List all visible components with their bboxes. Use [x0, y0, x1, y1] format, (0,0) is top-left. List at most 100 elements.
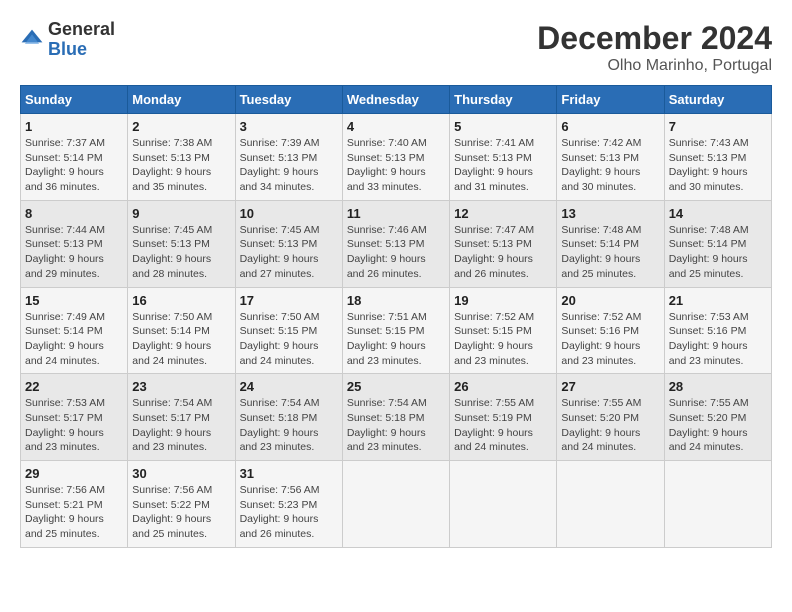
- col-header-friday: Friday: [557, 86, 664, 114]
- table-row: 31Sunrise: 7:56 AMSunset: 5:23 PMDayligh…: [235, 461, 342, 548]
- table-row: 30Sunrise: 7:56 AMSunset: 5:22 PMDayligh…: [128, 461, 235, 548]
- calendar-header-row: SundayMondayTuesdayWednesdayThursdayFrid…: [21, 86, 772, 114]
- week-row-1: 8Sunrise: 7:44 AMSunset: 5:13 PMDaylight…: [21, 200, 772, 287]
- day-info: Sunrise: 7:56 AMSunset: 5:23 PMDaylight:…: [240, 484, 320, 540]
- table-row: 10Sunrise: 7:45 AMSunset: 5:13 PMDayligh…: [235, 200, 342, 287]
- day-number: 21: [669, 293, 767, 308]
- table-row: [342, 461, 449, 548]
- table-row: 29 Sunrise: 7:56 AMSunset: 5:21 PMDayligh…: [21, 461, 128, 548]
- day-info: Sunrise: 7:54 AMSunset: 5:18 PMDaylight:…: [240, 397, 320, 453]
- calendar-table: SundayMondayTuesdayWednesdayThursdayFrid…: [20, 85, 772, 548]
- day-info: Sunrise: 7:48 AMSunset: 5:14 PMDaylight:…: [669, 224, 749, 280]
- table-row: 8Sunrise: 7:44 AMSunset: 5:13 PMDaylight…: [21, 200, 128, 287]
- day-info: Sunrise: 7:49 AMSunset: 5:14 PMDaylight:…: [25, 311, 105, 367]
- day-number: 25: [347, 379, 445, 394]
- day-info: Sunrise: 7:52 AMSunset: 5:15 PMDaylight:…: [454, 311, 534, 367]
- day-info: Sunrise: 7:42 AMSunset: 5:13 PMDaylight:…: [561, 137, 641, 193]
- day-number: 10: [240, 206, 338, 221]
- calendar-title: December 2024: [537, 20, 772, 57]
- day-info: Sunrise: 7:56 AMSunset: 5:21 PMDaylight:…: [25, 484, 105, 540]
- day-info: Sunrise: 7:46 AMSunset: 5:13 PMDaylight:…: [347, 224, 427, 280]
- day-info: Sunrise: 7:47 AMSunset: 5:13 PMDaylight:…: [454, 224, 534, 280]
- day-number: 23: [132, 379, 230, 394]
- table-row: 23 Sunrise: 7:54 AMSunset: 5:17 PMDayligh…: [128, 374, 235, 461]
- table-row: 21 Sunrise: 7:53 AMSunset: 5:16 PMDayligh…: [664, 287, 771, 374]
- table-row: 12 Sunrise: 7:47 AMSunset: 5:13 PMDayligh…: [450, 200, 557, 287]
- day-number: 17: [240, 293, 338, 308]
- day-number: 27: [561, 379, 659, 394]
- table-row: 22Sunrise: 7:53 AMSunset: 5:17 PMDayligh…: [21, 374, 128, 461]
- day-info: Sunrise: 7:37 AMSunset: 5:14 PMDaylight:…: [25, 137, 105, 193]
- table-row: 24 Sunrise: 7:54 AMSunset: 5:18 PMDayligh…: [235, 374, 342, 461]
- table-row: [450, 461, 557, 548]
- table-row: 16 Sunrise: 7:50 AMSunset: 5:14 PMDayligh…: [128, 287, 235, 374]
- day-info: Sunrise: 7:50 AMSunset: 5:15 PMDaylight:…: [240, 311, 320, 367]
- table-row: 3 Sunrise: 7:39 AMSunset: 5:13 PMDaylight…: [235, 114, 342, 201]
- logo-general: General: [48, 20, 115, 40]
- col-header-sunday: Sunday: [21, 86, 128, 114]
- day-number: 26: [454, 379, 552, 394]
- day-number: 8: [25, 206, 123, 221]
- table-row: 15 Sunrise: 7:49 AMSunset: 5:14 PMDayligh…: [21, 287, 128, 374]
- week-row-2: 15 Sunrise: 7:49 AMSunset: 5:14 PMDayligh…: [21, 287, 772, 374]
- day-number: 24: [240, 379, 338, 394]
- table-row: 28 Sunrise: 7:55 AMSunset: 5:20 PMDayligh…: [664, 374, 771, 461]
- table-row: 27 Sunrise: 7:55 AMSunset: 5:20 PMDayligh…: [557, 374, 664, 461]
- day-info: Sunrise: 7:53 AMSunset: 5:16 PMDaylight:…: [669, 311, 749, 367]
- day-info: Sunrise: 7:51 AMSunset: 5:15 PMDaylight:…: [347, 311, 427, 367]
- table-row: 20Sunrise: 7:52 AMSunset: 5:16 PMDayligh…: [557, 287, 664, 374]
- title-area: December 2024 Olho Marinho, Portugal: [537, 20, 772, 75]
- table-row: 14 Sunrise: 7:48 AMSunset: 5:14 PMDayligh…: [664, 200, 771, 287]
- col-header-thursday: Thursday: [450, 86, 557, 114]
- header: General Blue December 2024 Olho Marinho,…: [20, 20, 772, 75]
- day-number: 7: [669, 119, 767, 134]
- logo: General Blue: [20, 20, 115, 60]
- day-info: Sunrise: 7:55 AMSunset: 5:20 PMDaylight:…: [669, 397, 749, 453]
- logo-text: General Blue: [48, 20, 115, 60]
- table-row: 2 Sunrise: 7:38 AMSunset: 5:13 PMDaylight…: [128, 114, 235, 201]
- table-row: 6 Sunrise: 7:42 AMSunset: 5:13 PMDaylight…: [557, 114, 664, 201]
- table-row: 26 Sunrise: 7:55 AMSunset: 5:19 PMDayligh…: [450, 374, 557, 461]
- day-info: Sunrise: 7:38 AMSunset: 5:13 PMDaylight:…: [132, 137, 212, 193]
- day-info: Sunrise: 7:54 AMSunset: 5:18 PMDaylight:…: [347, 397, 427, 453]
- day-info: Sunrise: 7:56 AMSunset: 5:22 PMDaylight:…: [132, 484, 212, 540]
- table-row: 5Sunrise: 7:41 AMSunset: 5:13 PMDaylight…: [450, 114, 557, 201]
- table-row: [557, 461, 664, 548]
- col-header-wednesday: Wednesday: [342, 86, 449, 114]
- day-number: 2: [132, 119, 230, 134]
- day-number: 3: [240, 119, 338, 134]
- day-info: Sunrise: 7:48 AMSunset: 5:14 PMDaylight:…: [561, 224, 641, 280]
- day-number: 22: [25, 379, 123, 394]
- table-row: 25 Sunrise: 7:54 AMSunset: 5:18 PMDayligh…: [342, 374, 449, 461]
- day-number: 14: [669, 206, 767, 221]
- day-number: 19: [454, 293, 552, 308]
- week-row-3: 22Sunrise: 7:53 AMSunset: 5:17 PMDayligh…: [21, 374, 772, 461]
- day-info: Sunrise: 7:55 AMSunset: 5:19 PMDaylight:…: [454, 397, 534, 453]
- day-info: Sunrise: 7:40 AMSunset: 5:13 PMDaylight:…: [347, 137, 427, 193]
- day-info: Sunrise: 7:55 AMSunset: 5:20 PMDaylight:…: [561, 397, 641, 453]
- day-info: Sunrise: 7:54 AMSunset: 5:17 PMDaylight:…: [132, 397, 212, 453]
- day-number: 11: [347, 206, 445, 221]
- day-number: 12: [454, 206, 552, 221]
- day-number: 29: [25, 466, 123, 481]
- day-info: Sunrise: 7:39 AMSunset: 5:13 PMDaylight:…: [240, 137, 320, 193]
- day-number: 6: [561, 119, 659, 134]
- day-number: 15: [25, 293, 123, 308]
- table-row: 19 Sunrise: 7:52 AMSunset: 5:15 PMDayligh…: [450, 287, 557, 374]
- table-row: 4Sunrise: 7:40 AMSunset: 5:13 PMDaylight…: [342, 114, 449, 201]
- day-number: 18: [347, 293, 445, 308]
- table-row: 17 Sunrise: 7:50 AMSunset: 5:15 PMDayligh…: [235, 287, 342, 374]
- day-info: Sunrise: 7:50 AMSunset: 5:14 PMDaylight:…: [132, 311, 212, 367]
- table-row: 18 Sunrise: 7:51 AMSunset: 5:15 PMDayligh…: [342, 287, 449, 374]
- day-info: Sunrise: 7:45 AMSunset: 5:13 PMDaylight:…: [132, 224, 212, 280]
- logo-icon: [20, 28, 44, 52]
- day-number: 28: [669, 379, 767, 394]
- week-row-4: 29 Sunrise: 7:56 AMSunset: 5:21 PMDayligh…: [21, 461, 772, 548]
- week-row-0: 1 Sunrise: 7:37 AMSunset: 5:14 PMDaylight…: [21, 114, 772, 201]
- day-number: 16: [132, 293, 230, 308]
- day-number: 1: [25, 119, 123, 134]
- table-row: 11 Sunrise: 7:46 AMSunset: 5:13 PMDayligh…: [342, 200, 449, 287]
- day-number: 5: [454, 119, 552, 134]
- calendar-subtitle: Olho Marinho, Portugal: [537, 57, 772, 75]
- day-info: Sunrise: 7:52 AMSunset: 5:16 PMDaylight:…: [561, 311, 641, 367]
